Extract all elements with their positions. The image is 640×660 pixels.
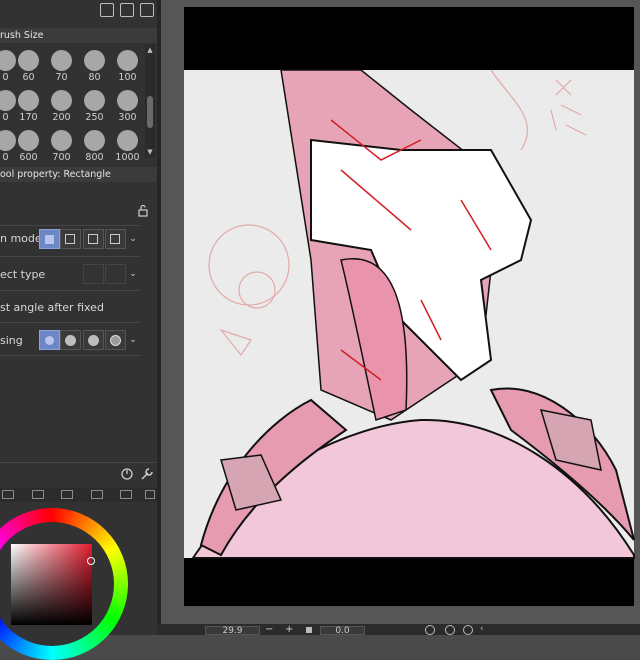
scroll-thumb[interactable] bbox=[147, 96, 153, 128]
tool-property-title: ool property: Rectangle bbox=[0, 169, 111, 180]
lock-icon[interactable] bbox=[137, 204, 149, 217]
color-tab-icon[interactable] bbox=[91, 490, 103, 499]
tool-property-header: ool property: Rectangle bbox=[0, 167, 157, 182]
adjust-angle-label[interactable]: st angle after fixed bbox=[0, 301, 141, 314]
zoom-out-button[interactable]: − bbox=[265, 624, 273, 635]
brush-size-cell[interactable]: 250 bbox=[78, 88, 108, 126]
canvas-artwork[interactable] bbox=[161, 0, 640, 624]
wrench-icon[interactable] bbox=[140, 467, 154, 481]
color-tab-icon[interactable] bbox=[120, 490, 132, 499]
scroll-down-icon[interactable]: ▼ bbox=[146, 148, 154, 156]
mode-replace-button[interactable] bbox=[39, 229, 60, 249]
color-tab-icon[interactable] bbox=[2, 490, 14, 499]
color-tab-icon[interactable] bbox=[32, 490, 44, 499]
color-cursor[interactable] bbox=[87, 557, 95, 565]
left-panel: rush Size 0 60 70 80 100 0 170 200 250 3… bbox=[0, 0, 157, 660]
divider bbox=[0, 256, 141, 257]
mode-intersect-button[interactable] bbox=[105, 229, 126, 249]
mode-add-button[interactable] bbox=[60, 229, 81, 249]
brush-size-cell[interactable]: 1000 bbox=[111, 128, 141, 166]
divider bbox=[0, 225, 141, 226]
rotate-right-icon[interactable] bbox=[445, 625, 455, 635]
brush-size-cell[interactable]: 200 bbox=[45, 88, 75, 126]
rotate-left-icon[interactable] bbox=[425, 625, 435, 635]
brush-size-cell[interactable]: 300 bbox=[111, 88, 141, 126]
aspect-ratio-icon[interactable] bbox=[83, 264, 104, 284]
brush-size-scrollbar[interactable]: ▲ ▼ bbox=[145, 44, 155, 158]
duplicate-icon[interactable] bbox=[120, 3, 134, 17]
mode-subtract-button[interactable] bbox=[83, 229, 104, 249]
trash-icon[interactable] bbox=[140, 3, 154, 17]
brush-size-header: rush Size bbox=[0, 28, 157, 43]
brush-size-cell[interactable]: 700 bbox=[45, 128, 75, 166]
zoom-slider[interactable] bbox=[306, 627, 312, 633]
aspect-size-icon[interactable] bbox=[105, 264, 126, 284]
chevron-down-icon[interactable]: ⌄ bbox=[127, 334, 139, 346]
brush-size-cell[interactable]: 60 bbox=[12, 48, 42, 86]
angle-field[interactable]: 0.0 bbox=[320, 626, 365, 636]
chevron-down-icon[interactable] bbox=[145, 490, 155, 499]
brush-size-cell[interactable]: 70 bbox=[45, 48, 75, 86]
brush-size-cell[interactable]: 100 bbox=[111, 48, 141, 86]
scroll-up-icon[interactable]: ▲ bbox=[146, 46, 154, 54]
chevron-down-icon[interactable]: ⌄ bbox=[127, 233, 139, 245]
reset-rotation-icon[interactable] bbox=[463, 625, 473, 635]
divider bbox=[0, 290, 141, 291]
chevron-down-icon[interactable]: ⌄ bbox=[127, 268, 139, 280]
divider bbox=[0, 355, 141, 356]
color-panel-tabs bbox=[0, 488, 157, 502]
color-tab-icon[interactable] bbox=[61, 490, 73, 499]
brush-size-cell[interactable]: 600 bbox=[12, 128, 42, 166]
antialias-strong-button[interactable] bbox=[105, 330, 126, 350]
divider bbox=[0, 322, 141, 323]
settings-icon[interactable] bbox=[120, 467, 134, 481]
antialias-medium-button[interactable] bbox=[83, 330, 104, 350]
brush-size-cell[interactable]: 800 bbox=[78, 128, 108, 166]
saturation-value-square[interactable] bbox=[11, 544, 92, 625]
canvas-area[interactable] bbox=[161, 0, 640, 624]
chevron-left-icon[interactable]: ‹ bbox=[480, 624, 484, 634]
brush-size-grid: 0 60 70 80 100 0 170 200 250 300 0 600 7… bbox=[0, 44, 145, 163]
brush-size-cell[interactable]: 80 bbox=[78, 48, 108, 86]
export-icon[interactable] bbox=[100, 3, 114, 17]
zoom-in-button[interactable]: + bbox=[285, 624, 293, 635]
brush-size-cell[interactable]: 170 bbox=[12, 88, 42, 126]
brush-size-title: rush Size bbox=[0, 30, 44, 41]
antialias-none-button[interactable] bbox=[39, 330, 60, 350]
tool-property-footer bbox=[0, 462, 157, 485]
antialias-weak-button[interactable] bbox=[60, 330, 81, 350]
zoom-field[interactable]: 29.9 bbox=[205, 626, 260, 636]
